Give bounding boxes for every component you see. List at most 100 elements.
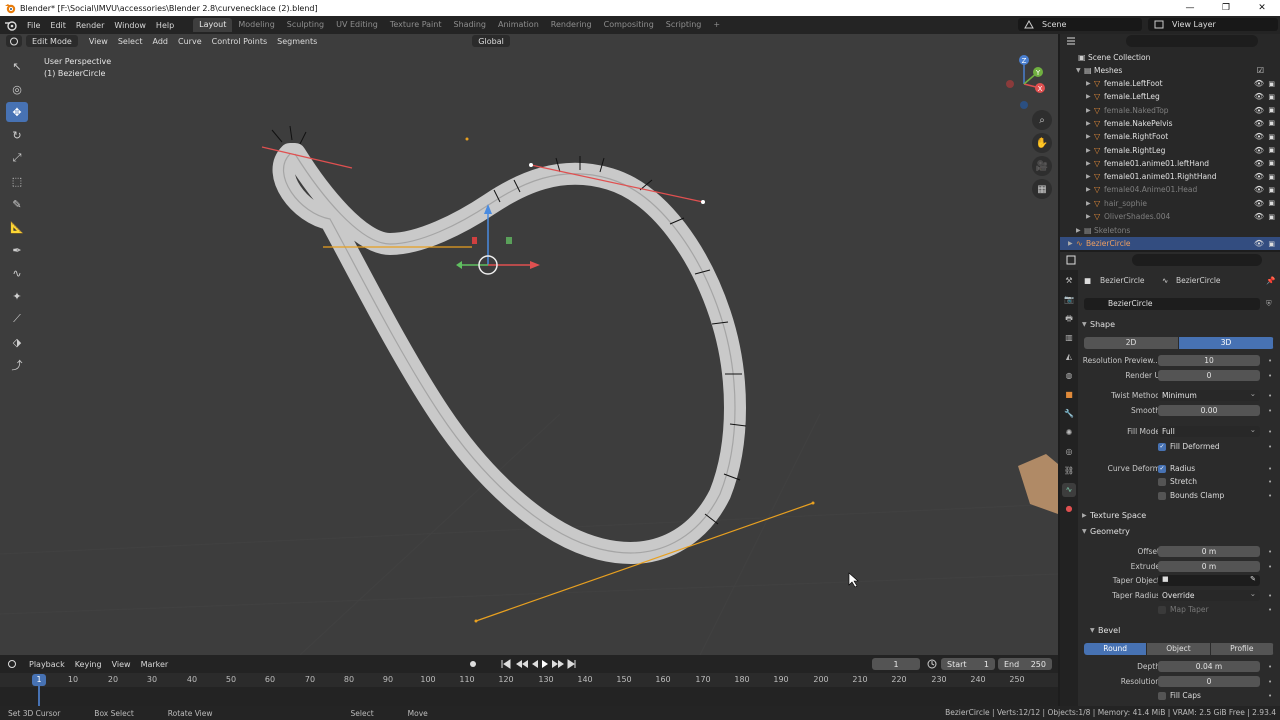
extrude-tool-icon[interactable]: ✦: [6, 286, 28, 306]
visibility-eye-icon[interactable]: 👁: [1254, 119, 1264, 128]
render-camera-icon[interactable]: ▣: [1268, 199, 1275, 207]
2d-button[interactable]: 2D: [1084, 337, 1179, 349]
expand-arrow-icon[interactable]: ▶: [1086, 133, 1094, 140]
render-camera-icon[interactable]: ▣: [1268, 133, 1275, 141]
visibility-eye-icon[interactable]: 👁: [1254, 146, 1264, 155]
bevel-panel-header[interactable]: ▼ Bevel: [1088, 623, 1280, 637]
menu-marker[interactable]: Marker: [136, 660, 174, 669]
keyframe-dot-icon[interactable]: •: [1268, 678, 1272, 686]
menu-timeline-view[interactable]: View: [107, 660, 136, 669]
menu-file[interactable]: File: [22, 21, 45, 30]
render-camera-icon[interactable]: ▣: [1268, 119, 1275, 127]
menu-keying[interactable]: Keying: [70, 660, 107, 669]
outliner-row-mesh[interactable]: ▶ ▽ hair_sophie 👁 ▣: [1060, 197, 1280, 210]
object-tab-icon[interactable]: ■: [1062, 388, 1076, 402]
side-object[interactable]: [1018, 454, 1058, 514]
view-layer-tab-icon[interactable]: ▥: [1062, 331, 1076, 345]
outliner-editor-icon[interactable]: [1066, 36, 1080, 46]
datablock-selector[interactable]: BezierCircle: [1084, 297, 1260, 310]
visibility-eye-icon[interactable]: 👁: [1254, 79, 1264, 88]
resolution-preview-field[interactable]: 10: [1158, 355, 1260, 366]
cursor-tool-icon[interactable]: ◎: [6, 79, 28, 99]
menu-playback[interactable]: Playback: [24, 660, 70, 669]
shape-panel-header[interactable]: ▼ Shape: [1080, 317, 1278, 331]
annotate-tool-icon[interactable]: ✎: [6, 194, 28, 214]
keyframe-dot-icon[interactable]: •: [1268, 592, 1272, 600]
outliner-row-mesh[interactable]: ▶ ▽ female.RightFoot 👁 ▣: [1060, 130, 1280, 143]
visibility-eye-icon[interactable]: 👁: [1254, 199, 1264, 208]
pan-hand-icon[interactable]: ✋: [1032, 133, 1052, 153]
render-camera-icon[interactable]: ▣: [1268, 240, 1275, 248]
menu-select[interactable]: Select: [113, 37, 148, 46]
end-frame-field[interactable]: End 250: [998, 658, 1052, 670]
3d-viewport[interactable]: Edit Mode View Select Add Curve Control …: [0, 34, 1058, 655]
offset-field[interactable]: 0 m: [1158, 546, 1260, 557]
smooth-field[interactable]: 0.00: [1158, 405, 1260, 416]
maximize-button[interactable]: ❐: [1208, 0, 1244, 16]
extrude-field[interactable]: 0 m: [1158, 561, 1260, 572]
outliner-search-input[interactable]: [1126, 35, 1258, 47]
bevel-profile-button[interactable]: Profile: [1210, 643, 1274, 655]
skeletons-collection-row[interactable]: ▶ ▤ Skeletons: [1060, 224, 1280, 237]
keyframe-dot-icon[interactable]: •: [1268, 465, 1272, 473]
outliner-row-mesh[interactable]: ▶ ▽ female.NakePelvis 👁 ▣: [1060, 117, 1280, 130]
blender-menu-icon[interactable]: [4, 19, 18, 31]
outliner-row-mesh[interactable]: ▶ ▽ OliverShades.004 👁 ▣: [1060, 210, 1280, 223]
bevel-object-button[interactable]: Object: [1147, 643, 1211, 655]
scene-collection-row[interactable]: ▣ Scene Collection: [1060, 51, 1280, 64]
bevel-round-button[interactable]: Round: [1084, 643, 1148, 655]
meshes-collection-row[interactable]: ▼ ▤ Meshes ☑: [1060, 64, 1280, 77]
measure-tool-icon[interactable]: 📐: [6, 217, 28, 237]
keyframe-dot-icon[interactable]: •: [1268, 357, 1272, 365]
3d-button[interactable]: 3D: [1179, 337, 1274, 349]
keyframe-dot-icon[interactable]: •: [1268, 563, 1272, 571]
depth-field[interactable]: 0.04 m: [1158, 661, 1260, 672]
keyframe-dot-icon[interactable]: •: [1268, 443, 1272, 451]
keyframe-dot-icon[interactable]: •: [1268, 407, 1272, 415]
menu-segments[interactable]: Segments: [272, 37, 322, 46]
expand-arrow-icon[interactable]: ▶: [1086, 173, 1094, 180]
tab-texture-paint[interactable]: Texture Paint: [384, 18, 448, 32]
output-tab-icon[interactable]: 🖶: [1062, 312, 1076, 326]
handle-point[interactable]: [529, 163, 533, 167]
clock-icon[interactable]: [927, 659, 937, 669]
keyframe-dot-icon[interactable]: •: [1268, 492, 1272, 500]
keyframe-dot-icon[interactable]: •: [1268, 428, 1272, 436]
menu-help[interactable]: Help: [151, 21, 179, 30]
tab-modeling[interactable]: Modeling: [232, 18, 280, 32]
properties-editor-icon[interactable]: [1066, 255, 1080, 265]
curve-tube[interactable]: [272, 143, 746, 564]
visibility-eye-icon[interactable]: 👁: [1254, 106, 1264, 115]
handle-point[interactable]: [701, 200, 705, 204]
menu-edit[interactable]: Edit: [45, 21, 71, 30]
world-tab-icon[interactable]: ◍: [1062, 369, 1076, 383]
expand-arrow-icon[interactable]: ▶: [1086, 160, 1094, 167]
pen-tool-icon[interactable]: ∿: [6, 263, 28, 283]
render-camera-icon[interactable]: ▣: [1268, 186, 1275, 194]
expand-arrow-icon[interactable]: ▶: [1086, 147, 1094, 154]
orientation-dropdown[interactable]: Global: [472, 35, 510, 47]
visibility-eye-icon[interactable]: 👁: [1254, 172, 1264, 181]
render-camera-icon[interactable]: ▣: [1268, 159, 1275, 167]
expand-arrow-icon[interactable]: ▶: [1086, 93, 1094, 100]
add-workspace-button[interactable]: +: [707, 18, 726, 32]
properties-search-input[interactable]: [1132, 254, 1262, 266]
render-u-field[interactable]: 0: [1158, 370, 1260, 381]
menu-add[interactable]: Add: [148, 37, 174, 46]
keyframe-dot-icon[interactable]: •: [1268, 478, 1272, 486]
expand-arrow-icon[interactable]: ▶: [1086, 107, 1094, 114]
tab-shading[interactable]: Shading: [447, 18, 492, 32]
expand-arrow-icon[interactable]: ▶: [1086, 186, 1094, 193]
keyframe-dot-icon[interactable]: •: [1268, 663, 1272, 671]
playback-controls[interactable]: [468, 659, 578, 669]
menu-render[interactable]: Render: [71, 21, 109, 30]
visibility-eye-icon[interactable]: 👁: [1254, 239, 1264, 248]
playhead[interactable]: 1: [32, 674, 46, 686]
navigation-gizmo[interactable]: Z Y X: [996, 50, 1052, 112]
stretch-checkbox[interactable]: Stretch: [1158, 477, 1197, 486]
keyframe-dot-icon[interactable]: •: [1268, 606, 1272, 614]
minimize-button[interactable]: —: [1172, 0, 1208, 16]
outliner-row-mesh[interactable]: ▶ ▽ female.RightLeg 👁 ▣: [1060, 144, 1280, 157]
view-layer-selector[interactable]: View Layer: [1148, 18, 1278, 31]
render-tab-icon[interactable]: 📷: [1062, 293, 1076, 307]
